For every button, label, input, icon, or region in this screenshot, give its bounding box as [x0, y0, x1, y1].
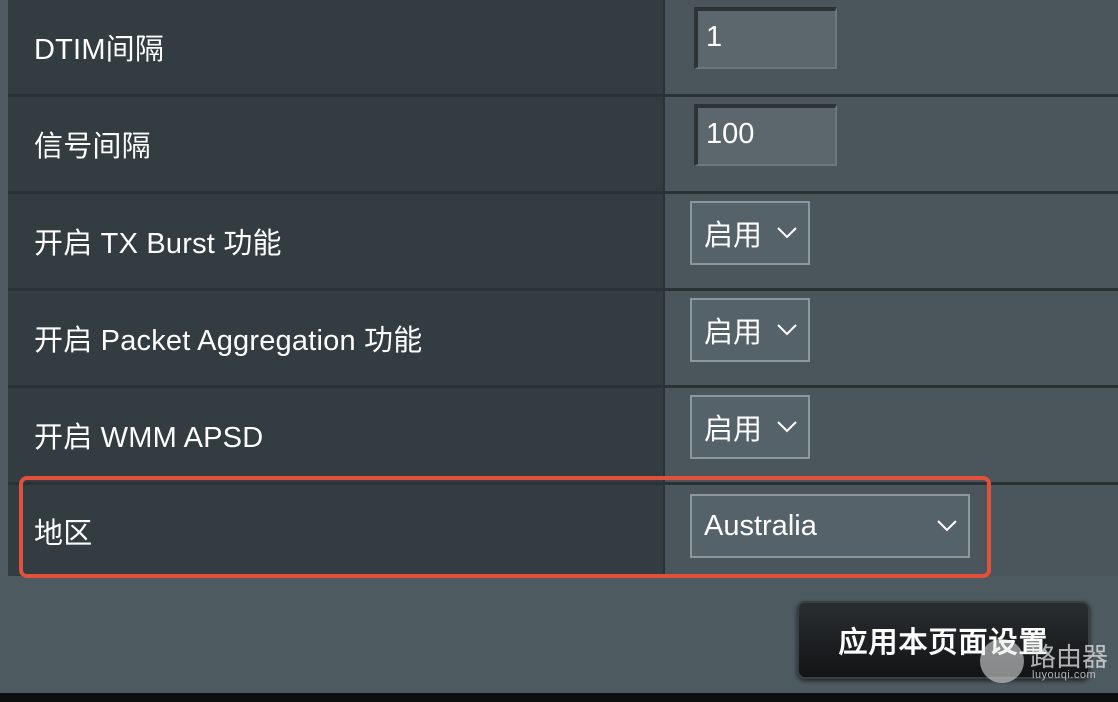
tx-burst-cell: 启用: [663, 194, 1118, 288]
tx-burst-select[interactable]: 启用: [690, 201, 810, 265]
packet-aggregation-label: 开启 Packet Aggregation 功能: [8, 291, 663, 385]
beacon-interval-label: 信号间隔: [8, 97, 663, 191]
bottom-bar: [0, 693, 1118, 702]
row-packet-aggregation: 开启 Packet Aggregation 功能 启用: [8, 291, 1118, 388]
settings-table: DTIM间隔 1 信号间隔 100 开启 TX Burst 功能 启用 开启 P…: [8, 0, 1118, 576]
row-beacon-interval: 信号间隔 100: [8, 97, 1118, 194]
chevron-down-icon: [777, 421, 797, 433]
beacon-interval-cell: 100: [663, 97, 1118, 191]
packet-aggregation-select-value: 启用: [704, 317, 763, 349]
row-region: 地区 Australia: [8, 485, 1118, 576]
packet-aggregation-select[interactable]: 启用: [690, 298, 810, 362]
region-select-value: Australia: [704, 509, 817, 542]
wmm-apsd-select[interactable]: 启用: [690, 395, 810, 459]
wmm-apsd-cell: 启用: [663, 388, 1118, 482]
chevron-down-icon: [777, 227, 797, 239]
region-select[interactable]: Australia: [690, 494, 970, 558]
tx-burst-select-value: 启用: [704, 220, 763, 252]
row-tx-burst: 开启 TX Burst 功能 启用: [8, 194, 1118, 291]
wmm-apsd-label: 开启 WMM APSD: [8, 388, 663, 482]
wmm-apsd-select-value: 启用: [704, 414, 763, 446]
row-wmm-apsd: 开启 WMM APSD 启用: [8, 388, 1118, 485]
tx-burst-label: 开启 TX Burst 功能: [8, 194, 663, 288]
region-cell: Australia: [663, 485, 1118, 576]
chevron-down-icon: [937, 520, 957, 532]
beacon-interval-input[interactable]: 100: [694, 104, 837, 166]
region-label: 地区: [8, 485, 663, 576]
dtim-interval-input[interactable]: 1: [694, 7, 837, 69]
chevron-down-icon: [777, 324, 797, 336]
dtim-interval-cell: 1: [663, 0, 1118, 94]
packet-aggregation-cell: 启用: [663, 291, 1118, 385]
row-dtim-interval: DTIM间隔 1: [8, 0, 1118, 97]
apply-settings-button[interactable]: 应用本页面设置: [797, 601, 1090, 679]
dtim-interval-label: DTIM间隔: [8, 0, 663, 94]
